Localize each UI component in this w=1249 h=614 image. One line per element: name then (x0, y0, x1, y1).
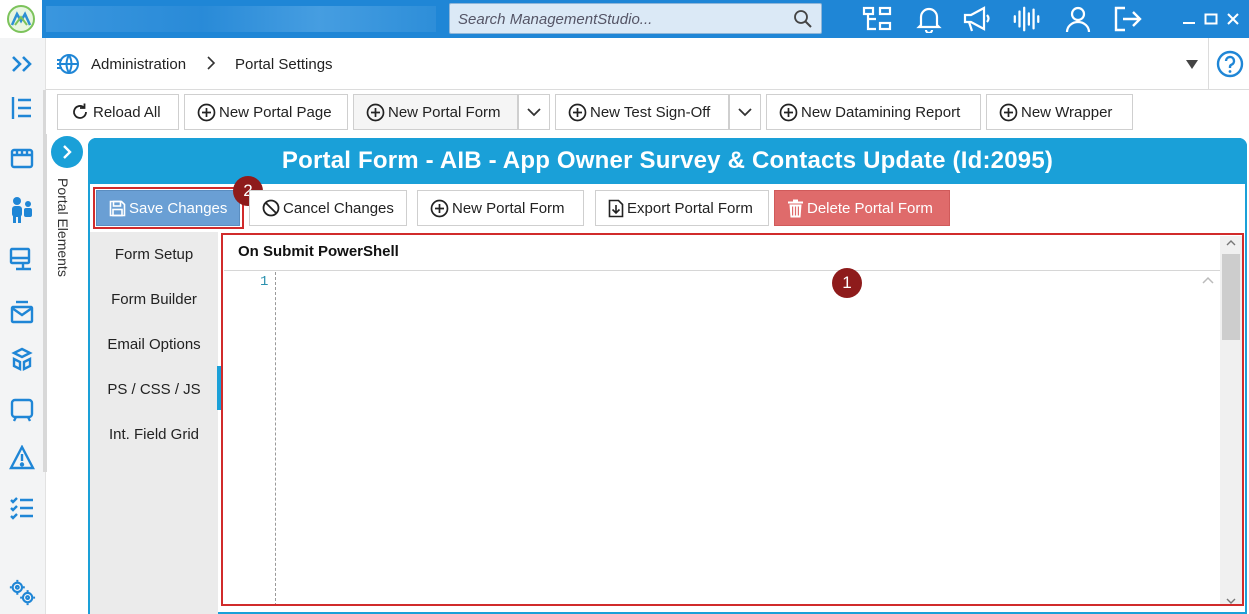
app-logo-icon[interactable] (0, 0, 42, 38)
form-sidenav (90, 232, 218, 614)
breadcrumb-item-administration[interactable]: Administration (91, 56, 186, 73)
new-portal-page-label: New Portal Page (219, 103, 332, 121)
highlight-editor (221, 233, 1244, 606)
sidenav-item-ps-css-js[interactable]: PS / CSS / JS (90, 381, 218, 398)
reload-all-button[interactable]: Reload All (57, 94, 179, 130)
cancel-changes-button[interactable]: Cancel Changes (249, 190, 407, 226)
new-portal-form-label: New Portal Form (388, 103, 501, 121)
new-test-signoff-dropdown[interactable] (729, 94, 761, 130)
plus-circle-icon (197, 103, 216, 122)
breadcrumb-item-portal-settings[interactable]: Portal Settings (235, 56, 333, 73)
delete-portal-form-button[interactable]: Delete Portal Form (774, 190, 950, 226)
applications-icon[interactable] (8, 144, 36, 172)
new-wrapper-label: New Wrapper (1021, 103, 1113, 121)
search-icon[interactable] (793, 9, 813, 34)
search-input[interactable] (458, 9, 788, 29)
search-box[interactable] (449, 3, 822, 34)
left-nav-rail (0, 38, 47, 614)
audio-wave-icon[interactable] (1012, 4, 1042, 34)
title-bar (0, 0, 1249, 38)
main-toolbar: Reload All New Portal Page New Portal Fo… (46, 90, 1249, 134)
cancel-circle-icon (262, 199, 280, 217)
mailbox-icon[interactable] (8, 298, 36, 326)
list-icon[interactable] (8, 94, 36, 122)
new-datamining-report-label: New Datamining Report (801, 103, 961, 121)
new-test-signoff-label: New Test Sign-Off (590, 103, 711, 121)
chevron-right-icon (63, 145, 72, 159)
globe-run-icon (56, 52, 80, 81)
users-icon[interactable] (8, 196, 36, 224)
new-datamining-report-button[interactable]: New Datamining Report (766, 94, 981, 130)
close-icon[interactable] (1222, 8, 1244, 30)
devices-icon[interactable] (8, 246, 36, 274)
new-portal-form-dropdown[interactable] (518, 94, 550, 130)
new-portal-form-button[interactable]: New Portal Form (353, 94, 518, 130)
delete-portal-form-label: Delete Portal Form (807, 199, 933, 217)
rail-scrollbar[interactable] (43, 90, 47, 472)
org-chart-icon[interactable] (862, 4, 892, 34)
cancel-changes-label: Cancel Changes (283, 199, 394, 217)
new-portal-form-panel-button[interactable]: New Portal Form (417, 190, 584, 226)
dropdown-triangle-icon[interactable] (1186, 57, 1198, 75)
breadcrumb-divider (1208, 38, 1209, 90)
plus-circle-icon (568, 103, 587, 122)
plus-circle-icon (366, 103, 385, 122)
portal-elements-label[interactable]: Portal Elements (55, 178, 71, 277)
transport-icon[interactable] (8, 396, 36, 424)
step-marker-1: 1 (832, 268, 862, 298)
bell-icon[interactable] (914, 4, 944, 34)
expand-chevrons-icon[interactable] (8, 50, 36, 78)
export-portal-form-label: Export Portal Form (627, 199, 753, 217)
new-portal-page-button[interactable]: New Portal Page (184, 94, 348, 130)
checklist-icon[interactable] (8, 494, 36, 522)
reload-icon (70, 102, 90, 122)
expand-portal-elements-button[interactable] (51, 136, 83, 168)
help-icon[interactable] (1216, 50, 1244, 83)
logout-icon[interactable] (1113, 4, 1143, 34)
breadcrumb: Administration Portal Settings (46, 38, 1249, 90)
maximize-icon[interactable] (1200, 8, 1222, 30)
export-file-icon (608, 199, 624, 218)
highlight-save-changes (93, 187, 244, 229)
settings-gears-icon[interactable] (8, 578, 36, 606)
tab-strip (46, 6, 436, 32)
export-portal-form-button[interactable]: Export Portal Form (595, 190, 769, 226)
sidenav-item-email-options[interactable]: Email Options (90, 336, 218, 353)
reload-all-label: Reload All (93, 103, 161, 121)
megaphone-icon[interactable] (962, 4, 992, 34)
minimize-icon[interactable] (1178, 8, 1200, 30)
chevron-down-icon (527, 107, 541, 116)
trash-icon (787, 199, 804, 218)
plus-circle-icon (779, 103, 798, 122)
warning-icon[interactable] (8, 444, 36, 472)
user-icon[interactable] (1063, 4, 1093, 34)
new-portal-form-panel-label: New Portal Form (452, 199, 565, 217)
plus-circle-icon (430, 199, 449, 218)
sidenav-item-form-setup[interactable]: Form Setup (90, 246, 218, 263)
plus-circle-icon (999, 103, 1018, 122)
chevron-down-icon (738, 107, 752, 116)
panel-title: Portal Form - AIB - App Owner Survey & C… (88, 138, 1247, 184)
new-wrapper-button[interactable]: New Wrapper (986, 94, 1133, 130)
new-test-signoff-button[interactable]: New Test Sign-Off (555, 94, 729, 130)
chevron-right-icon (206, 56, 216, 75)
packages-icon[interactable] (8, 346, 36, 374)
sidenav-item-form-builder[interactable]: Form Builder (90, 291, 218, 308)
sidenav-item-int-field-grid[interactable]: Int. Field Grid (90, 426, 218, 443)
